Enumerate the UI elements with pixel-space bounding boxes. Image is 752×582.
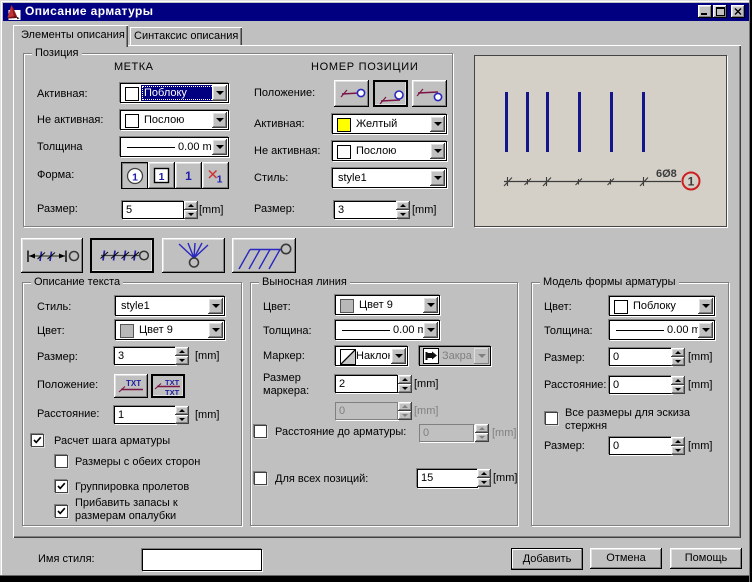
svg-text:TXT: TXT	[165, 388, 180, 396]
svg-text:6Ø8: 6Ø8	[656, 168, 677, 180]
svg-text:1: 1	[185, 169, 192, 183]
svg-text:TXT: TXT	[165, 378, 180, 387]
svg-text:1: 1	[132, 172, 138, 184]
svg-text:TXT: TXT	[126, 379, 141, 388]
svg-text:1: 1	[688, 175, 695, 189]
svg-text:1: 1	[159, 171, 165, 183]
svg-text:1: 1	[217, 174, 223, 186]
